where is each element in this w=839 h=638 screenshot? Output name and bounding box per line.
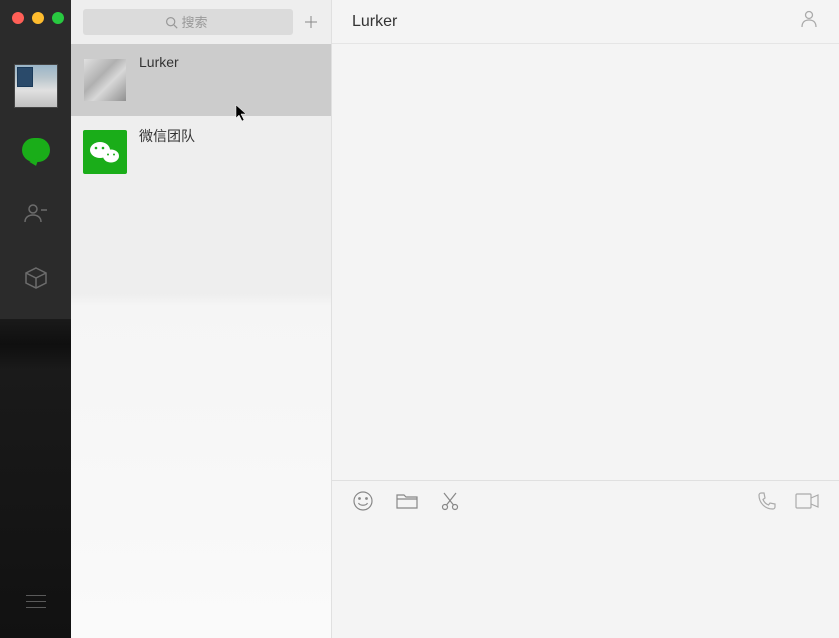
chats-tab[interactable] — [22, 136, 50, 164]
search-box[interactable] — [83, 9, 293, 35]
close-window-button[interactable] — [12, 12, 24, 24]
file-button[interactable] — [396, 490, 418, 512]
folder-icon — [396, 492, 418, 510]
minimize-window-button[interactable] — [32, 12, 44, 24]
add-button[interactable] — [303, 14, 319, 30]
chat-avatar — [83, 130, 127, 174]
main-panel: Lurker — [331, 0, 839, 638]
profile-button[interactable] — [799, 9, 819, 34]
smiley-icon — [352, 490, 374, 512]
chat-input-area — [332, 480, 839, 638]
chat-bubble-icon — [22, 138, 50, 162]
screenshot-button[interactable] — [440, 490, 460, 512]
contacts-icon — [23, 202, 49, 226]
chat-name: Lurker — [139, 54, 179, 70]
chat-list-panel: Lurker 微信团队 — [71, 0, 331, 638]
user-avatar[interactable] — [14, 64, 58, 108]
chat-messages-area[interactable] — [332, 44, 839, 480]
hamburger-icon — [26, 595, 46, 608]
menu-button[interactable] — [0, 595, 71, 608]
window-controls — [0, 0, 71, 28]
chat-header: Lurker — [332, 0, 839, 44]
chat-name: 微信团队 — [139, 126, 195, 146]
favorites-tab[interactable] — [22, 264, 50, 292]
search-input[interactable] — [182, 15, 212, 30]
video-icon — [795, 493, 819, 509]
chat-item-wechat-team[interactable]: 微信团队 — [71, 116, 331, 188]
contacts-tab[interactable] — [22, 200, 50, 228]
chat-item-lurker[interactable]: Lurker — [71, 44, 331, 116]
scissors-icon — [440, 491, 460, 511]
video-call-button[interactable] — [795, 491, 819, 511]
phone-icon — [757, 491, 777, 511]
left-sidebar — [0, 0, 71, 638]
nav-icons — [22, 136, 50, 292]
search-bar — [71, 0, 331, 44]
cube-icon — [24, 266, 48, 290]
wechat-icon — [89, 139, 121, 165]
chat-title: Lurker — [352, 13, 397, 31]
search-icon — [165, 16, 178, 29]
maximize-window-button[interactable] — [52, 12, 64, 24]
chat-avatar — [83, 58, 127, 102]
emoji-button[interactable] — [352, 490, 374, 512]
plus-icon — [304, 15, 318, 29]
voice-call-button[interactable] — [757, 491, 777, 511]
user-icon — [799, 9, 819, 29]
input-toolbar — [332, 481, 839, 521]
